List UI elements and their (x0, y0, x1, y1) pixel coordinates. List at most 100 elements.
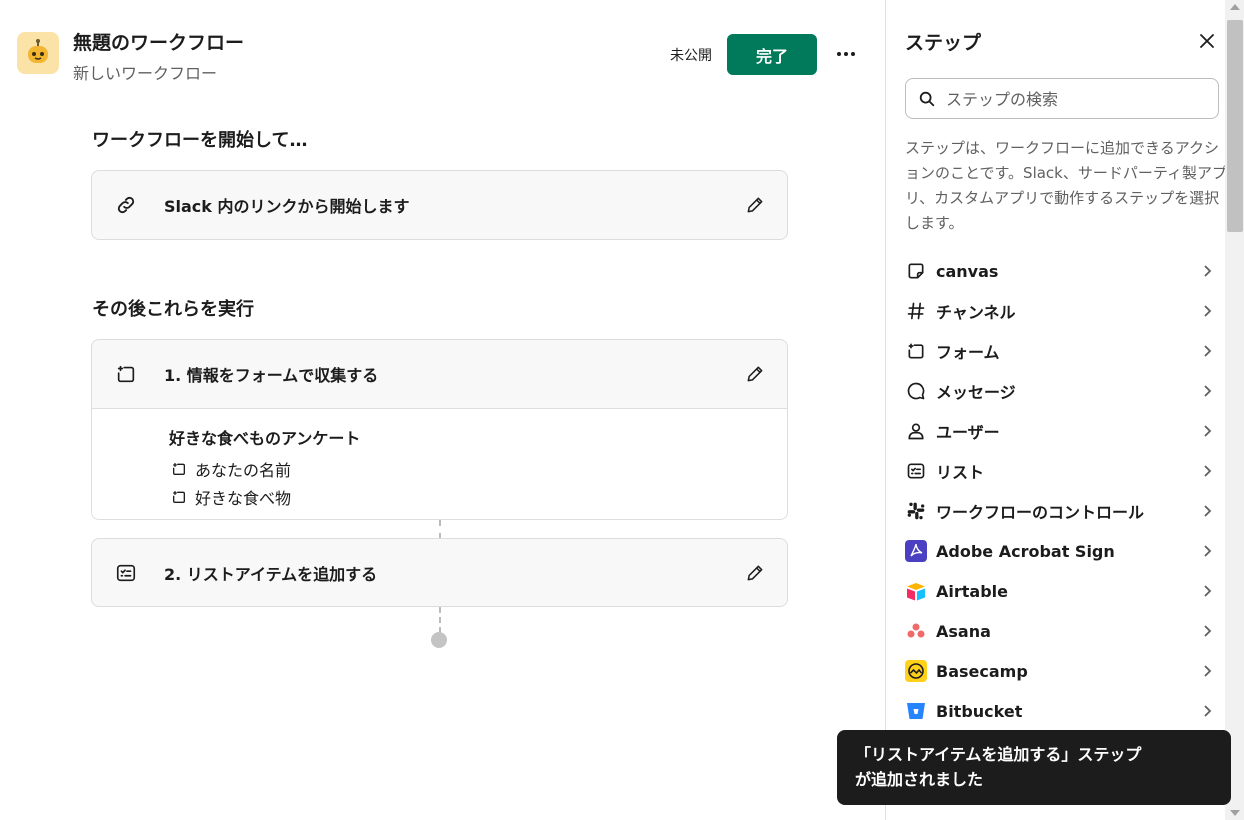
chevron-right-icon (1199, 463, 1215, 479)
step-category-label: リスト (936, 463, 985, 482)
step-category-item[interactable]: フォーム (905, 331, 1217, 371)
step-category-label: Basecamp (936, 661, 1028, 681)
step-category-list: canvas チャンネル フォーム メッセージ ユーザー リスト ワークフローの… (905, 251, 1217, 731)
form-icon (114, 362, 138, 386)
close-panel-button[interactable] (1196, 30, 1218, 52)
toast-line-2: が追加されました (855, 770, 984, 789)
workflow-subtitle: 新しいワークフロー (73, 64, 218, 83)
step-category-label: Airtable (936, 581, 1008, 601)
workflow-bot-icon (17, 32, 59, 74)
toast-line-1: 「リストアイテムを追加する」ステップ (855, 745, 1142, 764)
list-icon (114, 561, 138, 585)
more-options-button[interactable] (832, 42, 860, 66)
step-card-list[interactable]: 2. リストアイテムを追加する (91, 538, 788, 607)
step-connector (439, 607, 441, 633)
slack-icon (905, 500, 927, 522)
scroll-down-icon[interactable] (1230, 810, 1240, 816)
workflow-title[interactable]: 無題のワークフロー (73, 28, 244, 55)
message-icon (905, 380, 927, 402)
edit-trigger-button[interactable] (743, 193, 767, 217)
edit-step-button[interactable] (743, 362, 767, 386)
search-icon (919, 91, 935, 107)
step-label: 2. リストアイテムを追加する (164, 565, 378, 584)
step-category-item[interactable]: Bitbucket (905, 691, 1217, 731)
step-category-label: フォーム (936, 343, 1000, 362)
chevron-right-icon (1199, 303, 1215, 319)
list-icon (905, 460, 927, 482)
step-category-item[interactable]: メッセージ (905, 371, 1217, 411)
step-category-label: メッセージ (936, 383, 1016, 402)
start-heading: ワークフローを開始して… (92, 130, 308, 151)
step-category-label: Bitbucket (936, 701, 1023, 721)
step-category-label: チャンネル (936, 303, 1016, 322)
step-card-form[interactable]: 1. 情報をフォームで収集する 好きな食べものアンケート あなたの名前 好きな食… (91, 339, 788, 520)
step-category-item[interactable]: ユーザー (905, 411, 1217, 451)
step-category-item[interactable]: Asana (905, 611, 1217, 651)
bitbucket-icon (905, 700, 927, 722)
add-step-dot[interactable] (431, 632, 447, 648)
form-field: 好きな食べ物 (169, 483, 787, 511)
asana-icon (905, 620, 927, 642)
steps-panel: ステップ ステップは、ワークフローに追加できるアクションのことです。Slack、… (885, 0, 1244, 820)
chevron-right-icon (1199, 703, 1215, 719)
step-category-item[interactable]: ワークフローのコントロール (905, 491, 1217, 531)
step-label: 1. 情報をフォームで収集する (164, 366, 379, 385)
step-category-item[interactable]: リスト (905, 451, 1217, 491)
panel-description: ステップは、ワークフローに追加できるアクションのことです。Slack、サードパー… (905, 139, 1227, 232)
form-field: あなたの名前 (169, 455, 787, 483)
step-connector (439, 520, 441, 539)
pencil-icon (747, 197, 763, 213)
chevron-right-icon (1199, 383, 1215, 399)
publish-status: 未公開 (670, 48, 712, 64)
edit-step-button[interactable] (743, 561, 767, 585)
step-category-label: ワークフローのコントロール (936, 503, 1145, 522)
panel-scrollbar[interactable] (1225, 0, 1244, 820)
more-icon (837, 52, 855, 56)
adobe-icon (905, 540, 927, 562)
form-field-icon (169, 487, 189, 507)
chevron-right-icon (1199, 503, 1215, 519)
form-icon (905, 340, 927, 362)
form-preview: 好きな食べものアンケート あなたの名前 好きな食べ物 (92, 408, 787, 519)
done-button[interactable]: 完了 (727, 34, 817, 75)
step-category-label: ユーザー (936, 423, 1000, 442)
form-field-label: あなたの名前 (195, 461, 292, 480)
step-category-label: Asana (936, 621, 991, 641)
form-field-icon (169, 459, 189, 479)
step-category-label: Adobe Acrobat Sign (936, 541, 1115, 561)
step-search-input[interactable] (946, 87, 1206, 111)
step-category-item[interactable]: canvas (905, 251, 1217, 291)
pencil-icon (747, 366, 763, 382)
airtable-icon (905, 580, 927, 602)
pencil-icon (747, 565, 763, 581)
step-category-item[interactable]: Airtable (905, 571, 1217, 611)
form-title: 好きな食べものアンケート (169, 429, 361, 448)
chevron-right-icon (1199, 343, 1215, 359)
canvas-icon (905, 260, 927, 282)
toast-notification: 「リストアイテムを追加する」ステップ が追加されました (837, 730, 1231, 805)
scrollbar-thumb[interactable] (1227, 20, 1243, 232)
chevron-right-icon (1199, 623, 1215, 639)
link-icon (114, 193, 138, 217)
close-icon (1200, 34, 1214, 48)
chevron-right-icon (1199, 543, 1215, 559)
chevron-right-icon (1199, 663, 1215, 679)
hash-icon (905, 300, 927, 322)
chevron-right-icon (1199, 423, 1215, 439)
trigger-label: Slack 内のリンクから開始します (164, 197, 410, 216)
form-field-label: 好きな食べ物 (195, 489, 292, 508)
chevron-right-icon (1199, 583, 1215, 599)
step-category-item[interactable]: チャンネル (905, 291, 1217, 331)
step-category-item[interactable]: Basecamp (905, 651, 1217, 691)
basecamp-icon (905, 660, 927, 682)
step-category-item[interactable]: Adobe Acrobat Sign (905, 531, 1217, 571)
scroll-up-icon[interactable] (1230, 4, 1240, 10)
chevron-right-icon (1199, 263, 1215, 279)
panel-title: ステップ (905, 32, 982, 54)
then-heading: その後これらを実行 (92, 299, 254, 320)
user-icon (905, 420, 927, 442)
trigger-card[interactable]: Slack 内のリンクから開始します (91, 170, 788, 240)
step-category-label: canvas (936, 261, 999, 281)
workflow-header: 無題のワークフロー 新しいワークフロー 未公開 完了 (0, 0, 885, 100)
step-search[interactable] (905, 78, 1219, 119)
